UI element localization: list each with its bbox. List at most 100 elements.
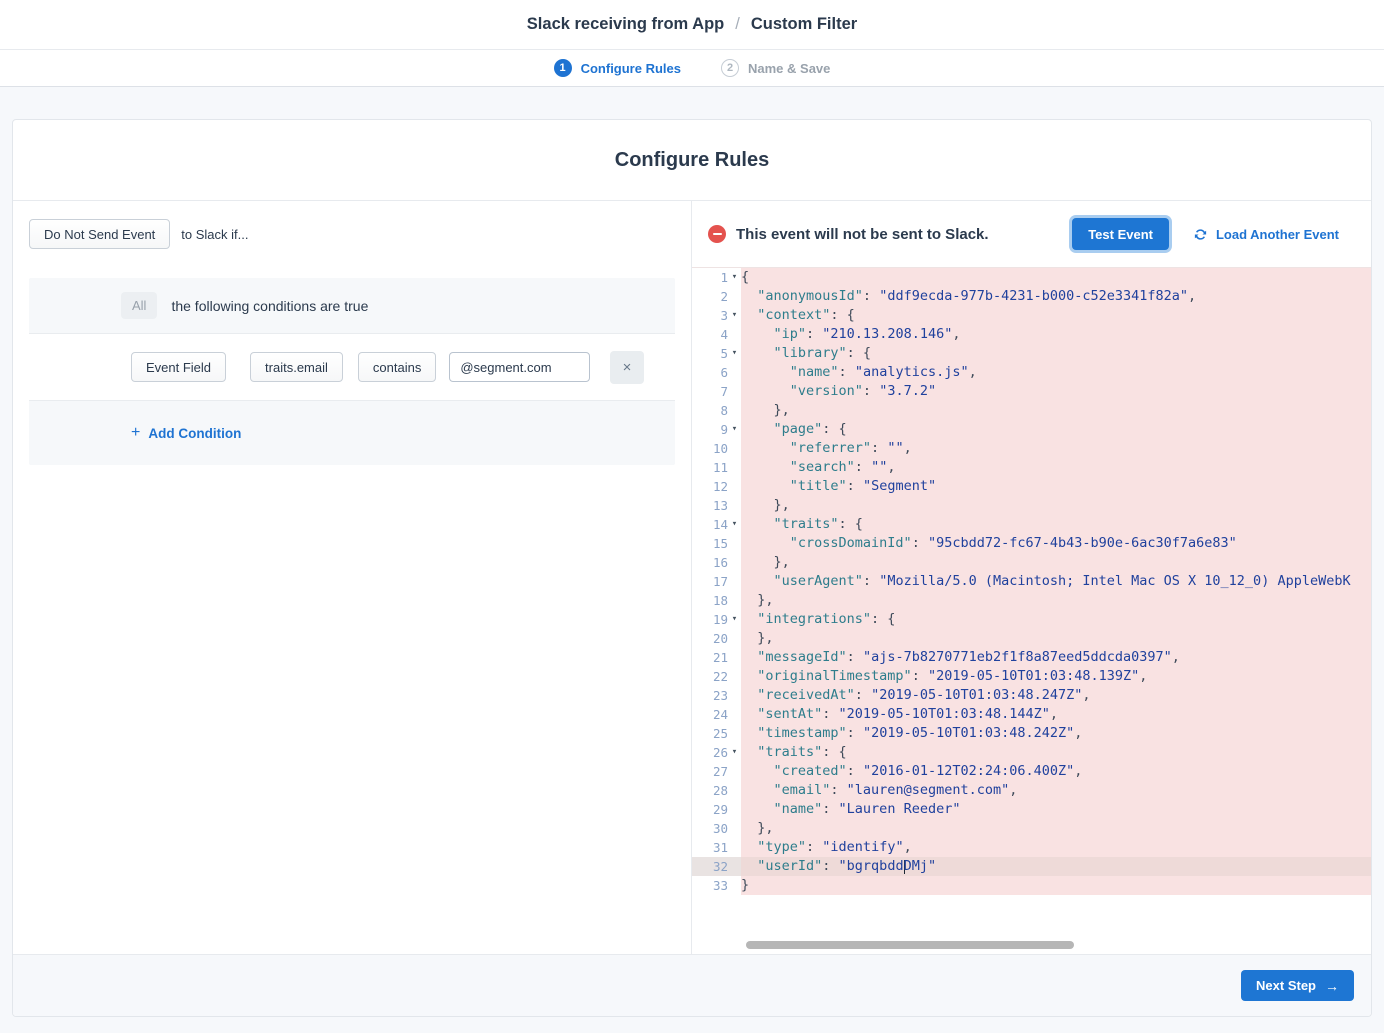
add-condition-link[interactable]: + Add Condition (131, 424, 241, 442)
editor-line[interactable]: 6▾ "name": "analytics.js", (692, 363, 1371, 382)
line-number: 18 (713, 593, 728, 608)
value-input[interactable] (449, 352, 590, 382)
code-text: } (741, 876, 1371, 895)
editor-line[interactable]: 10▾ "referrer": "", (692, 439, 1371, 458)
editor-gutter: 3▾ (692, 306, 741, 325)
editor-line[interactable]: 7▾ "version": "3.7.2" (692, 382, 1371, 401)
editor-line[interactable]: 31▾ "type": "identify", (692, 838, 1371, 857)
line-number: 26 (713, 745, 728, 760)
editor-line[interactable]: 3▾ "context": { (692, 306, 1371, 325)
editor-line[interactable]: 30▾ }, (692, 819, 1371, 838)
editor-gutter: 24▾ (692, 705, 741, 724)
line-number: 22 (713, 669, 728, 684)
field-path-button[interactable]: traits.email (250, 352, 343, 382)
fold-toggle-icon[interactable]: ▾ (728, 515, 741, 534)
test-event-button[interactable]: Test Event (1072, 218, 1169, 250)
code-text: }, (741, 401, 1371, 420)
editor-gutter: 19▾ (692, 610, 741, 629)
conditions-footer: + Add Condition (29, 401, 675, 465)
editor-gutter: 20▾ (692, 629, 741, 648)
editor-line[interactable]: 23▾ "receivedAt": "2019-05-10T01:03:48.2… (692, 686, 1371, 705)
step-name-save[interactable]: 2 Name & Save (721, 59, 830, 77)
next-step-label: Next Step (1256, 978, 1316, 993)
editor-gutter: 1▾ (692, 268, 741, 287)
fold-toggle-icon[interactable]: ▾ (728, 344, 741, 363)
step-2-badge: 2 (721, 59, 739, 77)
remove-condition-button[interactable]: × (610, 351, 644, 384)
json-editor-lines: 1▾{2▾ "anonymousId": "ddf9ecda-977b-4231… (692, 268, 1371, 895)
editor-line[interactable]: 32▾ "userId": "bgrqbddDMj" (692, 857, 1371, 876)
fold-toggle-icon[interactable]: ▾ (728, 268, 741, 287)
editor-gutter: 33▾ (692, 876, 741, 895)
line-number: 9 (720, 422, 728, 437)
code-text: "traits": { (741, 743, 1371, 762)
editor-line[interactable]: 26▾ "traits": { (692, 743, 1371, 762)
line-number: 8 (720, 403, 728, 418)
code-text: "name": "Lauren Reeder" (741, 800, 1371, 819)
editor-line[interactable]: 8▾ }, (692, 401, 1371, 420)
field-type-button[interactable]: Event Field (131, 352, 226, 382)
editor-line[interactable]: 25▾ "timestamp": "2019-05-10T01:03:48.24… (692, 724, 1371, 743)
action-selector-button[interactable]: Do Not Send Event (29, 219, 170, 249)
line-number: 12 (713, 479, 728, 494)
line-number: 27 (713, 764, 728, 779)
editor-line[interactable]: 16▾ }, (692, 553, 1371, 572)
editor-line[interactable]: 33▾} (692, 876, 1371, 895)
line-number: 16 (713, 555, 728, 570)
conditions-group: All the following conditions are true Ev… (29, 278, 675, 465)
horizontal-scrollbar-thumb[interactable] (746, 941, 1074, 949)
step-configure-rules[interactable]: 1 Configure Rules (554, 59, 681, 77)
editor-gutter: 22▾ (692, 667, 741, 686)
line-number: 29 (713, 802, 728, 817)
code-text: "title": "Segment" (741, 477, 1371, 496)
editor-line[interactable]: 28▾ "email": "lauren@segment.com", (692, 781, 1371, 800)
code-text: }, (741, 553, 1371, 572)
status-text: This event will not be sent to Slack. (736, 226, 989, 243)
fold-toggle-icon[interactable]: ▾ (728, 743, 741, 762)
editor-line[interactable]: 22▾ "originalTimestamp": "2019-05-10T01:… (692, 667, 1371, 686)
editor-line[interactable]: 11▾ "search": "", (692, 458, 1371, 477)
editor-line[interactable]: 27▾ "created": "2016-01-12T02:24:06.400Z… (692, 762, 1371, 781)
load-another-event-link[interactable]: Load Another Event (1193, 227, 1339, 242)
editor-line[interactable]: 29▾ "name": "Lauren Reeder" (692, 800, 1371, 819)
json-editor[interactable]: 1▾{2▾ "anonymousId": "ddf9ecda-977b-4231… (692, 268, 1371, 954)
editor-gutter: 4▾ (692, 325, 741, 344)
next-step-button[interactable]: Next Step → (1241, 970, 1354, 1001)
configure-card: Configure Rules Do Not Send Event to Sla… (12, 119, 1372, 1017)
line-number: 7 (720, 384, 728, 399)
code-text: "crossDomainId": "95cbdd72-fc67-4b43-b90… (741, 534, 1371, 553)
code-text: "email": "lauren@segment.com", (741, 781, 1371, 800)
breadcrumb-source-link[interactable]: Slack receiving from App (527, 15, 724, 34)
operator-button[interactable]: contains (358, 352, 436, 382)
code-text: "userAgent": "Mozilla/5.0 (Macintosh; In… (741, 572, 1371, 591)
fold-toggle-icon[interactable]: ▾ (728, 420, 741, 439)
editor-gutter: 23▾ (692, 686, 741, 705)
editor-line[interactable]: 1▾{ (692, 268, 1371, 287)
editor-gutter: 9▾ (692, 420, 741, 439)
editor-gutter: 16▾ (692, 553, 741, 572)
code-text: "originalTimestamp": "2019-05-10T01:03:4… (741, 667, 1371, 686)
editor-line[interactable]: 12▾ "title": "Segment" (692, 477, 1371, 496)
editor-line[interactable]: 21▾ "messageId": "ajs-7b8270771eb2f1f8a8… (692, 648, 1371, 667)
fold-toggle-icon[interactable]: ▾ (728, 306, 741, 325)
code-text: { (741, 268, 1371, 287)
line-number: 20 (713, 631, 728, 646)
rules-panel: Do Not Send Event to Slack if... All the… (13, 201, 692, 954)
editor-line[interactable]: 14▾ "traits": { (692, 515, 1371, 534)
operator-chip[interactable]: All (121, 292, 157, 319)
editor-line[interactable]: 9▾ "page": { (692, 420, 1371, 439)
fold-toggle-icon[interactable]: ▾ (728, 610, 741, 629)
code-text: "referrer": "", (741, 439, 1371, 458)
editor-line[interactable]: 13▾ }, (692, 496, 1371, 515)
editor-line[interactable]: 4▾ "ip": "210.13.208.146", (692, 325, 1371, 344)
editor-line[interactable]: 18▾ }, (692, 591, 1371, 610)
editor-line[interactable]: 20▾ }, (692, 629, 1371, 648)
editor-line[interactable]: 19▾ "integrations": { (692, 610, 1371, 629)
editor-line[interactable]: 24▾ "sentAt": "2019-05-10T01:03:48.144Z"… (692, 705, 1371, 724)
editor-line[interactable]: 17▾ "userAgent": "Mozilla/5.0 (Macintosh… (692, 572, 1371, 591)
event-preview-panel: This event will not be sent to Slack. Te… (692, 201, 1371, 954)
editor-line[interactable]: 15▾ "crossDomainId": "95cbdd72-fc67-4b43… (692, 534, 1371, 553)
editor-line[interactable]: 5▾ "library": { (692, 344, 1371, 363)
preview-header: This event will not be sent to Slack. Te… (692, 201, 1371, 268)
editor-line[interactable]: 2▾ "anonymousId": "ddf9ecda-977b-4231-b0… (692, 287, 1371, 306)
